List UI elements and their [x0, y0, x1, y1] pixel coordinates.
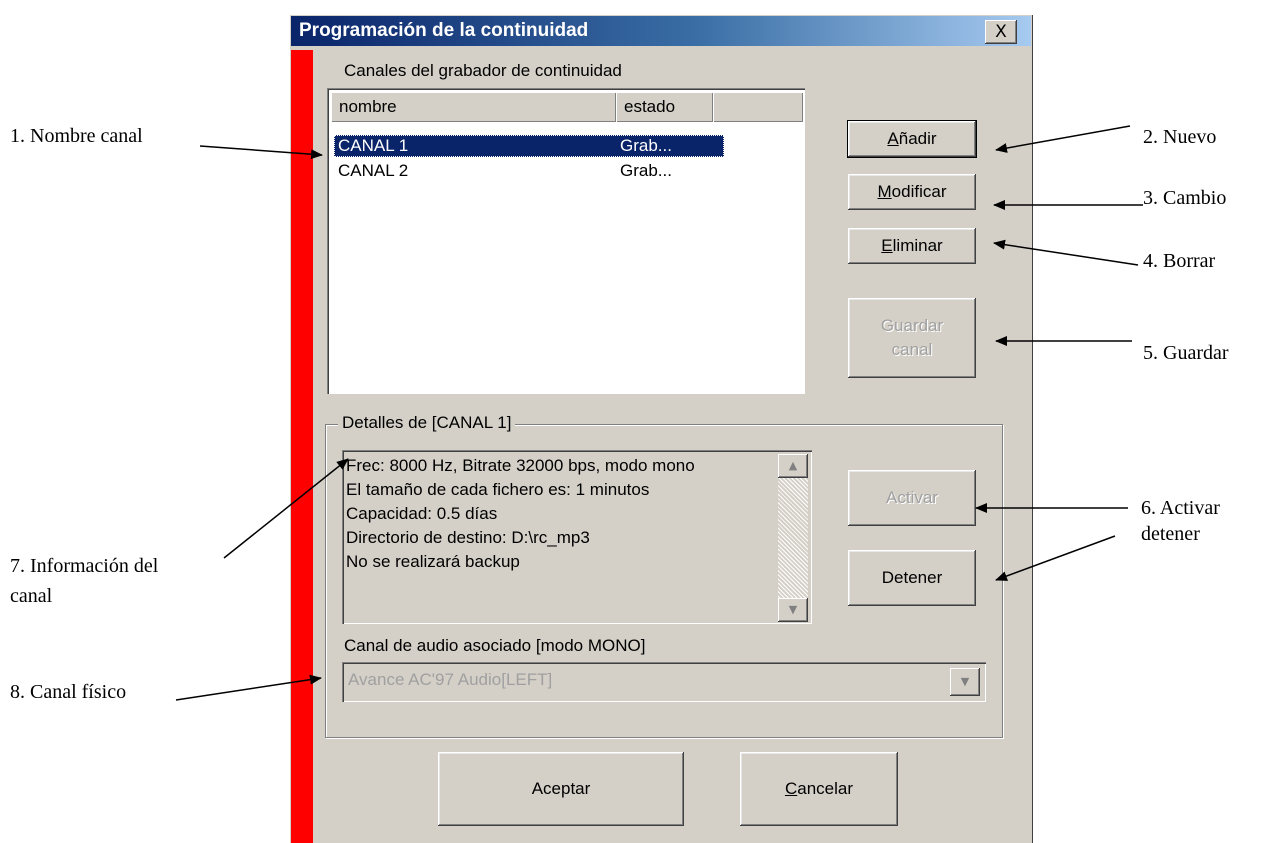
column-header-filler: [713, 92, 803, 122]
details-line: No se realizará backup: [346, 552, 520, 571]
details-line: Frec: 8000 Hz, Bitrate 32000 bps, modo m…: [346, 456, 695, 475]
details-textbox[interactable]: Frec: 8000 Hz, Bitrate 32000 bps, modo m…: [342, 450, 812, 624]
channel-list[interactable]: [327, 88, 805, 394]
annotation-5: 5. Guardar: [1143, 342, 1229, 364]
table-row[interactable]: CANAL 1 Grab...: [334, 135, 724, 157]
activate-button[interactable]: Activar: [848, 470, 976, 526]
details-line: Directorio de destino: D:\rc_mp3: [346, 528, 590, 547]
red-sidebar: [291, 50, 313, 843]
details-group-title: Detalles de [CANAL 1]: [338, 413, 516, 433]
annotation-4: 4. Borrar: [1143, 250, 1216, 272]
modify-button[interactable]: Modificar: [848, 174, 976, 210]
table-row[interactable]: CANAL 2 Grab...: [334, 160, 724, 182]
add-button[interactable]: Añadir: [847, 120, 977, 158]
title-bar[interactable]: Programación de la continuidad X: [291, 16, 1031, 46]
delete-button[interactable]: Eliminar: [848, 228, 976, 264]
stop-button[interactable]: Detener: [848, 550, 976, 606]
close-icon: X: [995, 22, 1007, 42]
channels-label: Canales del grabador de continuidad: [344, 61, 622, 80]
close-button[interactable]: X: [985, 20, 1017, 44]
details-line: El tamaño de cada fichero es: 1 minutos: [346, 480, 650, 499]
scroll-down-arrow-icon[interactable]: ▼: [778, 598, 808, 622]
audio-channel-label: Canal de audio asociado [modo MONO]: [344, 636, 646, 655]
annotation-3: 3. Cambio: [1143, 187, 1227, 209]
cancel-button[interactable]: Cancelar: [740, 752, 898, 826]
row-state: Grab...: [620, 136, 672, 155]
annotation-7-line1: 7. Información del: [10, 555, 159, 577]
chevron-down-icon[interactable]: ▼: [950, 668, 980, 696]
save-channel-button[interactable]: Guardar canal: [848, 298, 976, 378]
audio-channel-select[interactable]: Avance AC'97 Audio[LEFT] ▼: [342, 662, 986, 702]
annotation-6-line2: detener: [1141, 523, 1200, 545]
details-scrollbar[interactable]: [778, 454, 808, 622]
column-header-name[interactable]: nombre: [331, 92, 616, 122]
row-name: CANAL 1: [338, 136, 409, 155]
row-name: CANAL 2: [338, 161, 409, 180]
dialog-title: Programación de la continuidad: [299, 20, 589, 41]
details-line: Capacidad: 0.5 días: [346, 504, 498, 523]
row-state: Grab...: [620, 161, 672, 180]
scroll-up-arrow-icon[interactable]: ▲: [778, 454, 808, 478]
annotation-1: 1. Nombre canal: [10, 125, 143, 147]
annotation-6-line1: 6. Activar: [1141, 497, 1220, 519]
annotation-7-line2: canal: [10, 585, 53, 607]
audio-channel-value: Avance AC'97 Audio[LEFT]: [348, 670, 553, 689]
annotation-8: 8. Canal físico: [10, 681, 127, 703]
column-header-state[interactable]: estado: [616, 92, 713, 122]
annotation-2: 2. Nuevo: [1143, 126, 1217, 148]
accept-button[interactable]: Aceptar: [438, 752, 684, 826]
